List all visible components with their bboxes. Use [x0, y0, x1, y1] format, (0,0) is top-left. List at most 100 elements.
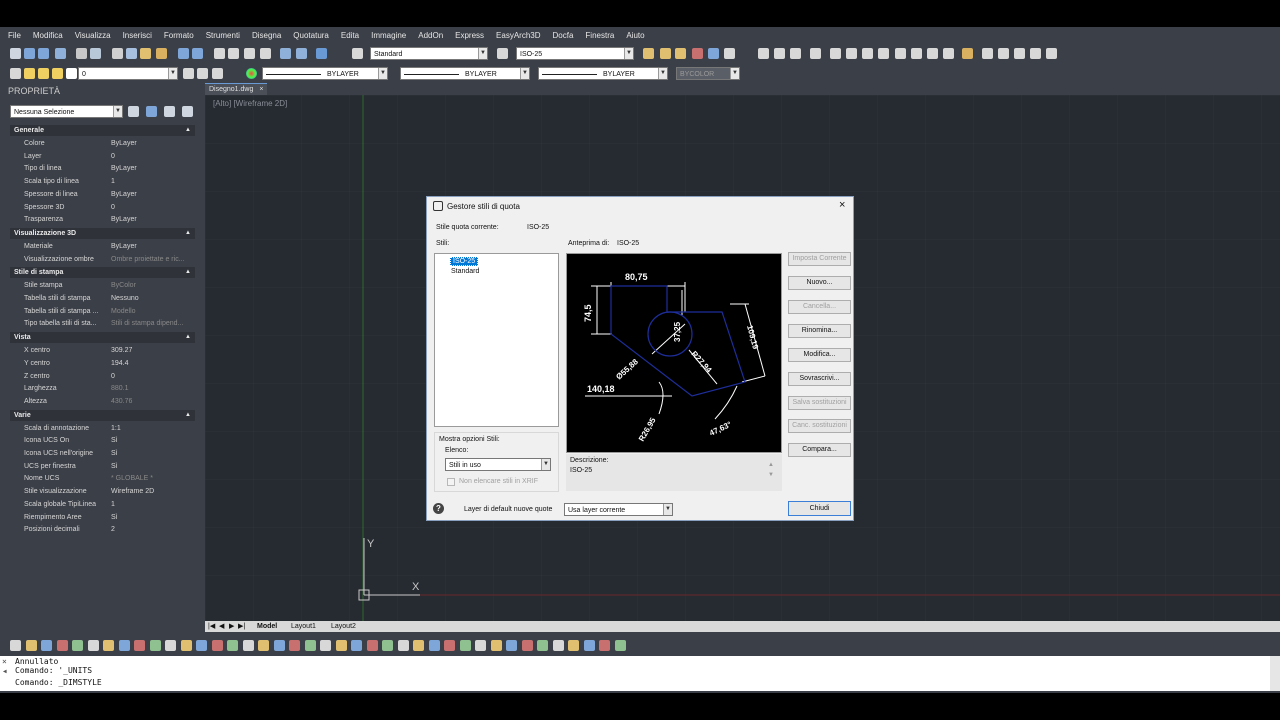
- menu-immagine[interactable]: Immagine: [371, 31, 406, 40]
- help-icon[interactable]: [316, 48, 327, 59]
- description-scroll-down-icon[interactable]: ▼: [768, 472, 774, 478]
- document-tab[interactable]: Disegno1.dwg ×: [205, 83, 268, 95]
- tool-icon[interactable]: [444, 640, 455, 651]
- selection-select[interactable]: Nessuna Selezione ▼: [10, 105, 123, 118]
- property-row[interactable]: Spessore di linea ByLayer: [10, 189, 195, 202]
- last-tab-icon[interactable]: ▶|: [238, 621, 245, 632]
- property-row[interactable]: Tabella stili di stampa Nessuno: [10, 293, 195, 306]
- close-command-icon[interactable]: ×: [2, 657, 7, 666]
- tool-icon[interactable]: [211, 640, 223, 651]
- lineweight-select[interactable]: BYLAYER ▼: [538, 67, 668, 80]
- select-objects-icon[interactable]: [146, 106, 157, 117]
- point-icon[interactable]: [1014, 48, 1025, 59]
- tool-icon[interactable]: [289, 640, 300, 651]
- menu-addon[interactable]: AddOn: [418, 31, 443, 40]
- color-select[interactable]: BYLAYER ▼: [262, 67, 388, 80]
- tool-icon[interactable]: [273, 640, 285, 651]
- tool-icon[interactable]: [103, 640, 114, 651]
- tool-icon[interactable]: [227, 640, 238, 651]
- tool-icon[interactable]: [180, 640, 192, 651]
- osnap-icon[interactable]: [830, 48, 841, 59]
- property-row[interactable]: Nome UCS * GLOBALE *: [10, 473, 195, 486]
- tool-icon[interactable]: [568, 640, 579, 651]
- property-row[interactable]: Z centro 0: [10, 371, 195, 384]
- property-row[interactable]: Y centro 194.4: [10, 358, 195, 371]
- tool-icon[interactable]: [134, 640, 145, 651]
- command-options-icon[interactable]: ◀: [3, 668, 7, 675]
- property-section-header[interactable]: Visualizzazione 3D ▲: [10, 227, 195, 239]
- menu-edita[interactable]: Edita: [341, 31, 359, 40]
- viewport-label[interactable]: [Alto] [Wireframe 2D]: [213, 99, 287, 108]
- description-scroll-up-icon[interactable]: ▲: [768, 462, 774, 468]
- menu-disegna[interactable]: Disegna: [252, 31, 281, 40]
- list-item[interactable]: Standard: [451, 268, 479, 275]
- property-row[interactable]: Trasparenza ByLayer: [10, 214, 195, 227]
- block-icon[interactable]: [895, 48, 906, 59]
- property-row[interactable]: Spessore 3D 0: [10, 202, 195, 215]
- tool-icon[interactable]: [242, 640, 254, 651]
- first-tab-icon[interactable]: |◀: [208, 621, 215, 632]
- tool-icon[interactable]: [149, 640, 161, 651]
- tab-model[interactable]: Model: [257, 621, 277, 632]
- close-button[interactable]: Chiudi: [788, 501, 851, 516]
- menu-visualizza[interactable]: Visualizza: [75, 31, 111, 40]
- prev-tab-icon[interactable]: ◀: [219, 621, 224, 632]
- tool-icon[interactable]: [118, 640, 130, 651]
- property-row[interactable]: Larghezza 880.1: [10, 383, 195, 396]
- menu-express[interactable]: Express: [455, 31, 484, 40]
- tool-icon[interactable]: [537, 640, 548, 651]
- tool-icon[interactable]: [521, 640, 533, 651]
- calculator-icon[interactable]: [708, 48, 719, 59]
- close-tab-icon[interactable]: ×: [259, 86, 263, 93]
- save-icon[interactable]: [38, 48, 49, 59]
- list-filter-select[interactable]: Stili in uso ▼: [445, 458, 551, 471]
- property-row[interactable]: X centro 309.27: [10, 345, 195, 358]
- tool-icon[interactable]: [583, 640, 595, 651]
- property-row[interactable]: Stile visualizzazione Wireframe 2D: [10, 486, 195, 499]
- help-icon[interactable]: ?: [433, 503, 444, 514]
- tool-icon[interactable]: [320, 640, 331, 651]
- copy-icon[interactable]: [126, 48, 137, 59]
- new-button[interactable]: Nuovo...: [788, 276, 851, 290]
- tool-palette-icon[interactable]: [675, 48, 686, 59]
- make-current-icon[interactable]: [183, 68, 194, 79]
- menu-finestra[interactable]: Finestra: [585, 31, 614, 40]
- tool-icon[interactable]: [351, 640, 362, 651]
- tool-icon[interactable]: [10, 640, 21, 651]
- text-style-icon[interactable]: [352, 48, 363, 59]
- save-as-icon[interactable]: [55, 48, 66, 59]
- print-icon[interactable]: [76, 48, 87, 59]
- grid-icon[interactable]: [774, 48, 785, 59]
- property-row[interactable]: Stile stampa ByColor: [10, 280, 195, 293]
- tool-icon[interactable]: [87, 640, 99, 651]
- modify-button[interactable]: Modifica...: [788, 348, 851, 362]
- command-scrollbar[interactable]: [1270, 656, 1280, 691]
- next-tab-icon[interactable]: ▶: [229, 621, 234, 632]
- property-row[interactable]: Icona UCS On Sì: [10, 435, 195, 448]
- menu-docfa[interactable]: Docfa: [553, 31, 574, 40]
- command-prompt[interactable]: Comando: _DIMSTYLE: [15, 678, 102, 687]
- tool-icon[interactable]: [41, 640, 52, 651]
- tool-icon[interactable]: [72, 640, 83, 651]
- property-row[interactable]: Altezza 430.76: [10, 396, 195, 409]
- undo-icon[interactable]: [178, 48, 189, 59]
- tool-icon[interactable]: [366, 640, 378, 651]
- match-properties-icon[interactable]: [156, 48, 167, 59]
- layer-lock-icon[interactable]: [52, 68, 63, 79]
- tool-icon[interactable]: [490, 640, 502, 651]
- tool-icon[interactable]: [506, 640, 517, 651]
- layer-color-icon[interactable]: [66, 68, 77, 79]
- tool-icon[interactable]: [382, 640, 393, 651]
- menu-inserisci[interactable]: Inserisci: [123, 31, 152, 40]
- layout-icon[interactable]: [724, 48, 735, 59]
- new-file-icon[interactable]: [10, 48, 21, 59]
- property-row[interactable]: Tipo tabella stili di sta... Stili di sta…: [10, 318, 195, 331]
- menu-modifica[interactable]: Modifica: [33, 31, 63, 40]
- pan-icon[interactable]: [214, 48, 225, 59]
- markup-icon[interactable]: [660, 48, 671, 59]
- otrack-icon[interactable]: [846, 48, 857, 59]
- model-space-icon[interactable]: [878, 48, 889, 59]
- property-row[interactable]: Layer 0: [10, 151, 195, 164]
- redo-icon[interactable]: [192, 48, 203, 59]
- collapse-caret-icon[interactable]: ▲: [185, 125, 191, 136]
